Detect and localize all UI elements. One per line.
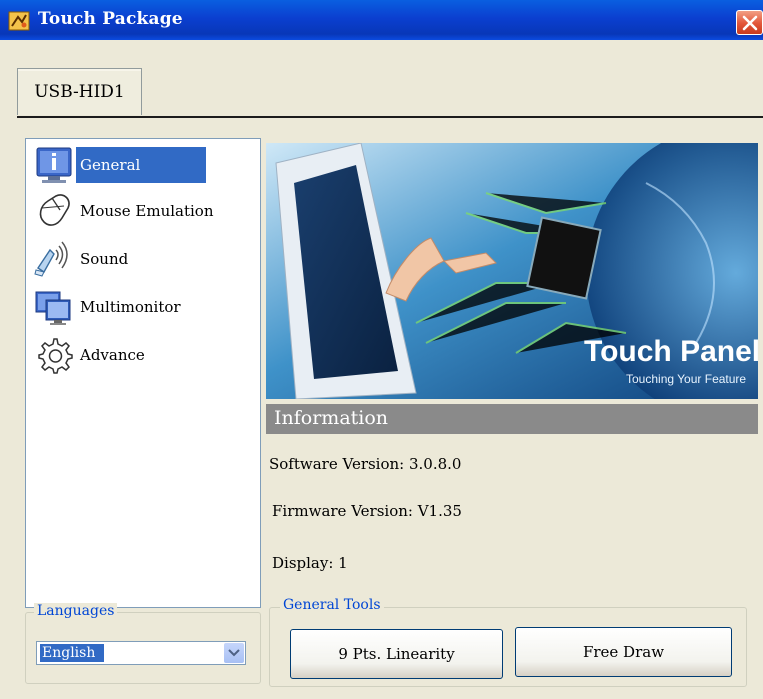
nav-label-mouse-emulation: Mouse Emulation: [80, 202, 214, 220]
languages-legend: Languages: [34, 603, 118, 619]
app-icon: [8, 11, 30, 31]
linearity-button[interactable]: 9 Pts. Linearity: [290, 629, 503, 679]
gear-icon: [34, 335, 74, 375]
language-selected-value: English: [40, 644, 104, 662]
window-title: Touch Package: [38, 9, 183, 29]
general-tools-legend: General Tools: [280, 597, 384, 613]
settings-nav-list: General Mouse Emulation Sound Multimonit…: [25, 138, 261, 608]
nav-item-mouse-emulation[interactable]: Mouse Emulation: [34, 189, 217, 233]
dropdown-arrow-button[interactable]: [224, 643, 244, 663]
touch-panel-banner: Touch Panel Touching Your Feature: [266, 143, 758, 399]
nav-item-sound[interactable]: Sound: [34, 237, 132, 281]
touch-package-window: Touch Package USB-HID1 General Mouse Emu…: [0, 0, 763, 699]
chevron-down-icon: [228, 649, 240, 657]
tab-divider: [17, 116, 763, 118]
info-icon: [34, 145, 74, 185]
information-header: Information: [266, 404, 758, 434]
banner-illustration: Touch Panel Touching Your Feature: [266, 143, 758, 399]
firmware-version: Firmware Version: V1.35: [272, 502, 462, 520]
device-tab-strip: USB-HID1: [0, 40, 763, 116]
nav-label-multimonitor: Multimonitor: [80, 298, 181, 316]
tab-usb-hid1[interactable]: USB-HID1: [17, 68, 142, 115]
nav-item-general[interactable]: General: [34, 143, 206, 187]
general-tools-group: General Tools 9 Pts. Linearity Free Draw: [269, 597, 747, 687]
nav-item-multimonitor[interactable]: Multimonitor: [34, 285, 185, 329]
display-count: Display: 1: [272, 554, 348, 572]
information-title: Information: [274, 407, 389, 429]
close-icon: [742, 15, 758, 31]
title-bar[interactable]: Touch Package: [0, 0, 763, 40]
banner-title: Touch Panel: [584, 335, 758, 368]
close-button[interactable]: [736, 10, 763, 35]
mouse-icon: [34, 191, 74, 231]
language-select[interactable]: English: [36, 641, 246, 665]
banner-tagline: Touching Your Feature: [626, 372, 746, 386]
free-draw-button[interactable]: Free Draw: [515, 627, 732, 677]
nav-label-sound: Sound: [80, 250, 129, 268]
software-version: Software Version: 3.0.8.0: [269, 455, 462, 473]
languages-group: Languages English: [25, 603, 261, 684]
monitors-icon: [34, 287, 74, 327]
nav-label-general: General: [76, 147, 206, 183]
nav-label-advance: Advance: [80, 346, 145, 364]
nav-item-advance[interactable]: Advance: [34, 333, 149, 377]
speaker-icon: [34, 239, 74, 279]
